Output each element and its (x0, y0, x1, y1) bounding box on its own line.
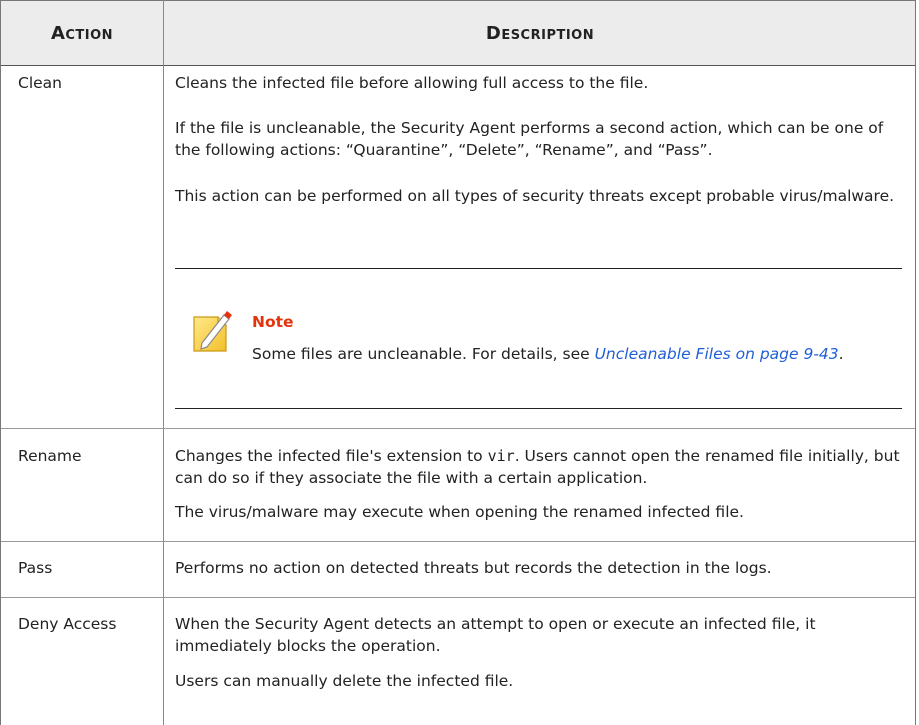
deny-para-1: When the Security Agent detects an attem… (175, 615, 816, 655)
row-divider (1, 428, 915, 429)
header-description: Description (164, 1, 916, 65)
note-bottom-rule (175, 408, 902, 409)
row-clean-action: Clean (18, 74, 62, 92)
clean-para-3: This action can be performed on all type… (175, 187, 895, 205)
note-pencil-icon (193, 311, 232, 352)
header-action-label: Action (50, 22, 114, 44)
row-divider (1, 541, 915, 542)
pass-para-1: Performs no action on detected threats b… (175, 559, 772, 577)
rename-text-before: Changes the infected file's extension to (175, 447, 488, 465)
note-top-rule (175, 268, 902, 269)
note-text: Some files are uncleanable. For details,… (252, 345, 595, 363)
header-description-label: Description (485, 22, 595, 44)
row-deny-access-action: Deny Access (18, 615, 117, 633)
deny-para-2: Users can manually delete the infected f… (175, 672, 514, 690)
column-divider (163, 0, 164, 725)
uncleanable-files-link[interactable]: Uncleanable Files on page 9-43 (595, 345, 839, 363)
row-rename-action: Rename (18, 447, 82, 465)
actions-table: Action Description Clean Cleans the infe… (0, 0, 916, 725)
rename-extension-code: vir (487, 447, 515, 465)
note-text-end: . (838, 345, 844, 363)
note-body: Some files are uncleanable. For details,… (252, 339, 902, 369)
header-action: Action (1, 1, 163, 65)
note-title: Note (252, 313, 294, 331)
clean-para-2: If the file is uncleanable, the Security… (175, 119, 884, 159)
rename-para-1: Changes the infected file's extension to… (175, 445, 905, 489)
rename-para-2: The virus/malware may execute when openi… (175, 503, 744, 521)
row-pass-action: Pass (18, 559, 53, 577)
table-header: Action Description (1, 0, 915, 66)
row-divider (1, 597, 915, 598)
clean-para-1: Cleans the infected file before allowing… (175, 74, 649, 92)
